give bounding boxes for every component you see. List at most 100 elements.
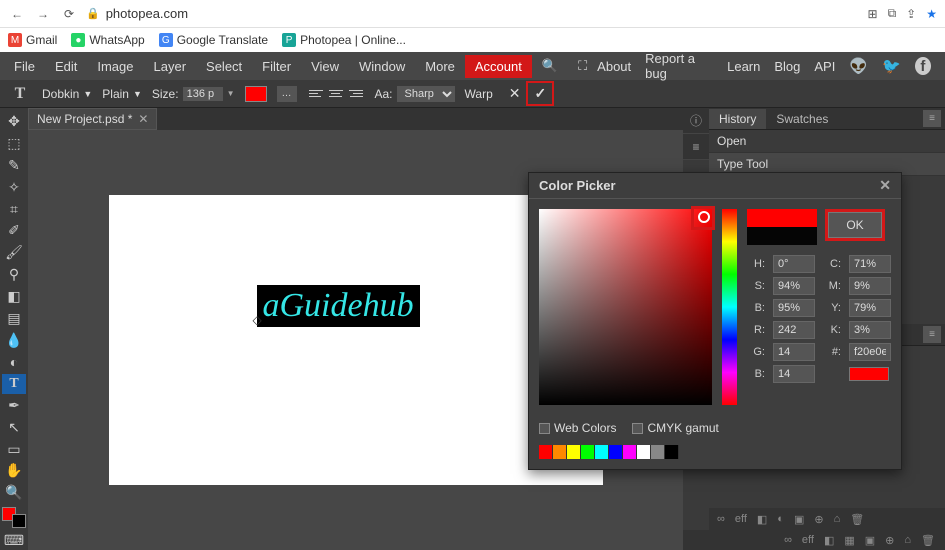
path-tool-icon[interactable]: ↖ [2, 417, 26, 437]
link-learn[interactable]: Learn [727, 59, 760, 74]
m-input[interactable] [849, 277, 891, 295]
align-left-button[interactable] [307, 86, 325, 102]
folder-icon[interactable]: ▣ [794, 513, 804, 526]
text-layer[interactable]: aGuidehub [257, 285, 420, 327]
y-input[interactable] [849, 299, 891, 317]
antialias-select[interactable]: Sharp [397, 86, 455, 102]
hand-tool-icon[interactable]: ✋ [2, 461, 26, 481]
menu-image[interactable]: Image [87, 55, 143, 78]
b-input[interactable] [773, 299, 815, 317]
search-icon[interactable]: 🔍 [532, 54, 568, 78]
duplicate-icon[interactable]: ⌂ [834, 513, 841, 525]
menu-view[interactable]: View [301, 55, 349, 78]
web-colors-checkbox[interactable]: Web Colors [539, 421, 616, 435]
link-about[interactable]: About [597, 59, 631, 74]
align-center-button[interactable] [327, 86, 345, 102]
bookmark-star-icon[interactable]: ★ [926, 7, 937, 21]
palette-swatch[interactable] [581, 445, 595, 459]
menu-window[interactable]: Window [349, 55, 415, 78]
menu-select[interactable]: Select [196, 55, 252, 78]
trash-icon[interactable]: 🗑 [850, 513, 864, 526]
tab-swatches[interactable]: Swatches [766, 109, 838, 129]
blur-tool-icon[interactable]: 💧 [2, 330, 26, 350]
reload-button[interactable]: ⟳ [60, 5, 78, 23]
palette-swatch[interactable] [595, 445, 609, 459]
tab-history[interactable]: History [709, 109, 766, 129]
background-color[interactable] [12, 514, 26, 528]
palette-swatch[interactable] [567, 445, 581, 459]
marquee-tool-icon[interactable]: ⬚ [2, 134, 26, 154]
menu-account[interactable]: Account [465, 55, 532, 78]
cancel-button[interactable]: ✕ [503, 81, 527, 106]
wand-tool-icon[interactable]: ✧ [2, 177, 26, 197]
new-tab-icon[interactable]: ⧉ [888, 6, 897, 21]
menu-file[interactable]: File [4, 55, 45, 78]
font-size-input[interactable] [183, 87, 223, 101]
more-options-button[interactable]: … [277, 86, 297, 102]
font-style-dropdown[interactable]: Plain ▼ [102, 87, 142, 101]
menu-edit[interactable]: Edit [45, 55, 87, 78]
link-report-a-bug[interactable]: Report a bug [645, 51, 713, 81]
palette-swatch[interactable] [609, 445, 623, 459]
move-tool-icon[interactable]: ✥ [2, 112, 26, 132]
palette-swatch[interactable] [637, 445, 651, 459]
forward-button[interactable]: → [34, 5, 52, 23]
palette-swatch[interactable] [651, 445, 665, 459]
install-icon[interactable]: ⊞ [868, 7, 878, 21]
fullscreen-icon[interactable]: ⛶ [568, 54, 597, 78]
back-button[interactable]: ← [8, 5, 26, 23]
link-api[interactable]: API [814, 59, 835, 74]
bookmark-item[interactable]: GGoogle Translate [159, 33, 268, 47]
b2-input[interactable] [773, 365, 815, 383]
hex-input[interactable] [849, 343, 891, 361]
panel-menu-icon[interactable]: ≡ [923, 110, 941, 127]
bookmark-item[interactable]: MGmail [8, 33, 57, 47]
bottom-icon-3[interactable]: ▦ [844, 534, 854, 547]
s-input[interactable] [773, 277, 815, 295]
history-item[interactable]: Open [709, 130, 945, 153]
k-input[interactable] [849, 321, 891, 339]
type-tool-icon[interactable]: T [2, 374, 26, 394]
facebook-icon[interactable]: f [915, 57, 931, 75]
h-input[interactable] [773, 255, 815, 273]
warp-button[interactable]: Warp [465, 87, 493, 101]
bottom-icon-1[interactable]: eff [802, 534, 814, 546]
bookmark-item[interactable]: PPhotopea | Online... [282, 33, 406, 47]
c-input[interactable] [849, 255, 891, 273]
palette-swatch[interactable] [623, 445, 637, 459]
reddit-icon[interactable]: 👽 [849, 57, 868, 75]
old-color-swatch[interactable] [747, 227, 817, 245]
twitter-icon[interactable]: 🐦 [882, 57, 901, 75]
menu-filter[interactable]: Filter [252, 55, 301, 78]
confirm-button[interactable]: ✓ [526, 81, 554, 106]
r-input[interactable] [773, 321, 815, 339]
lasso-tool-icon[interactable]: ✎ [2, 156, 26, 176]
bottom-icon-2[interactable]: ◧ [824, 534, 834, 547]
link-blog[interactable]: Blog [774, 59, 800, 74]
document-tab[interactable]: New Project.psd * ✕ [28, 108, 157, 130]
fx-icon[interactable]: eff [735, 513, 747, 525]
mask-icon[interactable]: ◧ [757, 513, 767, 526]
bottom-icon-7[interactable]: 🗑 [921, 534, 935, 547]
palette-swatch[interactable] [539, 445, 553, 459]
cmyk-gamut-checkbox[interactable]: CMYK gamut [632, 421, 718, 435]
palette-swatch[interactable] [553, 445, 567, 459]
saturation-value-field[interactable] [539, 209, 712, 405]
brush-tool-icon[interactable]: 🖌 [2, 243, 26, 263]
text-color-swatch[interactable] [245, 86, 267, 102]
crop-tool-icon[interactable]: ⌗ [2, 199, 26, 219]
shape-tool-icon[interactable]: ▭ [2, 439, 26, 459]
g-input[interactable] [773, 343, 815, 361]
url-bar[interactable]: 🔒 photopea.com [86, 6, 860, 21]
chevron-down-icon[interactable]: ▼ [227, 89, 235, 98]
ok-button[interactable]: OK [828, 212, 882, 238]
palette-swatch[interactable] [665, 445, 679, 459]
align-right-button[interactable] [347, 86, 365, 102]
bottom-icon-4[interactable]: ▣ [865, 534, 875, 547]
gradient-tool-icon[interactable]: ▤ [2, 308, 26, 328]
font-dropdown[interactable]: Dobkin ▼ [42, 87, 92, 101]
menu-more[interactable]: More [415, 55, 465, 78]
pen-tool-icon[interactable]: ✒ [2, 396, 26, 416]
panel-menu-icon[interactable]: ≡ [923, 326, 941, 343]
eraser-tool-icon[interactable]: ◧ [2, 287, 26, 307]
